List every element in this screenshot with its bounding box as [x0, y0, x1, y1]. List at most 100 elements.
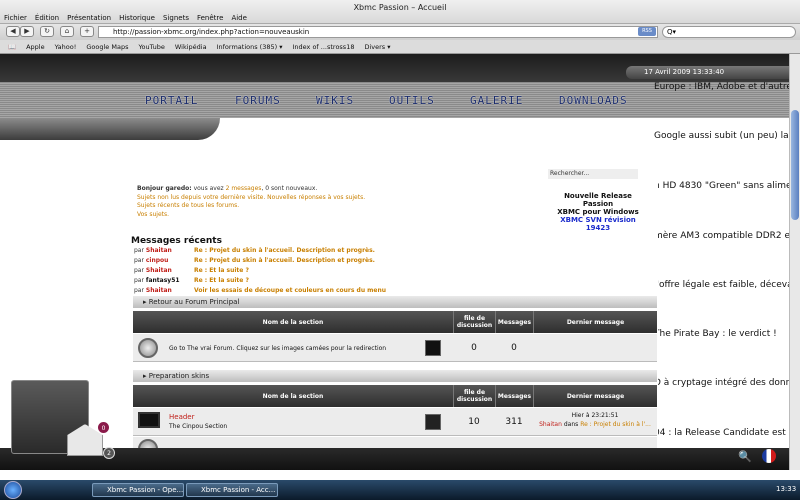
bookmarks-icon[interactable]: 📖 [8, 40, 16, 53]
par-label: par [134, 277, 144, 284]
taskbar-item[interactable]: Xbmc Passion - Acc... [186, 483, 278, 497]
welcome-box: Bonjour garedo: vous avez 2 messages, 0 … [137, 185, 365, 219]
site-search-input[interactable]: Rechercher... [548, 169, 638, 179]
last-post-link[interactable]: Re : Projet du skin à l'... [580, 421, 651, 428]
forum-icon [138, 439, 158, 448]
topic-link[interactable]: Voir les essais de découpe et couleurs e… [194, 286, 386, 296]
col-name: Nom de la section [262, 392, 324, 400]
bookmarks-bar: 📖 Apple Yahoo! Google Maps YouTube Wikip… [0, 40, 800, 54]
nav-portail[interactable]: PORTAIL [145, 94, 198, 107]
news-item[interactable]: 04 : la Release Candidate est dispo [654, 428, 800, 438]
magnifier-icon[interactable]: 🔍 [738, 450, 752, 463]
menu-presentation[interactable]: Présentation [67, 14, 111, 22]
recent-topics-link[interactable]: Sujets récents de tous les forums. [137, 202, 365, 211]
forum-icon [138, 338, 158, 358]
forum-subsection[interactable]: The Cinpou Section [169, 423, 227, 430]
author-link[interactable]: cinpou [146, 257, 169, 264]
bookmark-divers[interactable]: Divers ▾ [364, 40, 390, 53]
menubar: Xbmc Passion – Accueil Fichier Édition P… [0, 0, 800, 24]
author-link[interactable]: fantasy51 [146, 277, 180, 284]
start-button[interactable] [4, 481, 22, 499]
back-icon[interactable]: ◀ [6, 26, 20, 37]
last-post-time: Hier à 23:21:51 [571, 412, 619, 419]
news-item[interactable]: Google aussi subit (un peu) la crise [654, 131, 800, 141]
table-row[interactable] [133, 437, 657, 448]
date-display: 17 Avril 2009 13:33:40 [626, 66, 792, 79]
author-link[interactable]: Shaitan [146, 267, 172, 274]
author-link[interactable]: Shaitan [146, 287, 172, 294]
welcome-text: vous avez [191, 185, 226, 192]
files-count: 10 [468, 417, 480, 427]
col-last: Dernier message [533, 311, 657, 333]
welcome-greeting: Bonjour garedo: [137, 185, 192, 192]
section-header[interactable]: ▸ Preparation skins [133, 370, 657, 382]
your-topics-link[interactable]: Vos sujets. [137, 211, 365, 220]
mail-badge: 0 [97, 421, 110, 434]
col-messages: Messages [495, 385, 533, 407]
last-post-in: dans [563, 421, 579, 428]
news-item[interactable]: The Pirate Bay : le verdict ! [654, 329, 777, 339]
messages-link[interactable]: 2 messages [226, 185, 262, 192]
tools-icon[interactable] [425, 414, 441, 430]
news-item[interactable]: D à cryptage intégré des données [654, 378, 800, 388]
menu-fenetre[interactable]: Fenêtre [197, 14, 223, 22]
bookmark-index[interactable]: Index of ...stross18 [292, 40, 354, 53]
par-label: par [134, 267, 144, 274]
recent-title: Messages récents [131, 236, 222, 246]
author-link[interactable]: Shaitan [146, 247, 172, 254]
home-icon[interactable]: ⌂ [60, 26, 74, 37]
bookmark-youtube[interactable]: YouTube [138, 40, 164, 53]
bookmark-apple[interactable]: Apple [26, 40, 45, 53]
section-title[interactable]: Retour au Forum Principal [149, 298, 240, 306]
scrollbar-thumb[interactable] [791, 110, 799, 220]
site-bottom-bar [0, 448, 800, 470]
taskbar-item[interactable]: Xbmc Passion - Ope... [92, 483, 184, 497]
section-title[interactable]: Preparation skins [149, 372, 209, 380]
reload-icon[interactable]: ↻ [40, 26, 54, 37]
taskbar: Xbmc Passion - Ope... Xbmc Passion - Acc… [0, 480, 800, 500]
forum-redirect-label[interactable]: Go to The vrai Forum. Cliquez sur les im… [169, 345, 386, 352]
news-item[interactable]: n HD 4830 "Green" sans alimentation [654, 181, 800, 191]
monitor-icon [138, 412, 160, 428]
forward-icon[interactable]: ▶ [20, 26, 34, 37]
news-item[interactable]: l'offre légale est faible, décevant [654, 280, 800, 290]
list-item: par Shaitan Re : Et la suite ? [134, 266, 534, 276]
topic-link[interactable]: Re : Projet du skin à l'accueil. Descrip… [194, 246, 375, 256]
search-field[interactable]: Q▾ [662, 26, 796, 38]
vertical-scrollbar[interactable] [789, 54, 800, 470]
forum-name[interactable]: Header [169, 413, 195, 421]
news-item[interactable]: mère AM3 compatible DDR2 et DDR [654, 231, 800, 241]
nav-downloads[interactable]: DOWNLOADS [559, 94, 628, 107]
news-item[interactable]: Europe : IBM, Adobe et d'autres en [654, 82, 800, 92]
topic-link[interactable]: Re : Et la suite ? [194, 266, 249, 276]
menu-edition[interactable]: Édition [35, 14, 59, 22]
bookmark-wikipedia[interactable]: Wikipédia [175, 40, 207, 53]
table-row[interactable]: Go to The vrai Forum. Cliquez sur les im… [133, 334, 657, 362]
list-item: par Shaitan Voir les essais de découpe et… [134, 286, 534, 296]
rss-icon[interactable]: RSS [638, 27, 656, 36]
unread-link[interactable]: Sujets non lus depuis votre dernière vis… [137, 194, 365, 203]
release-info: Nouvelle Release Passion XBMC pour Windo… [548, 192, 648, 232]
url-field[interactable]: http://passion-xbmc.org/index.php?action… [98, 26, 658, 38]
table-row[interactable]: Header The Cinpou Section 10 311 Hier à … [133, 408, 657, 436]
nav-forums[interactable]: FORUMS [235, 94, 281, 107]
french-flag-icon[interactable] [762, 449, 776, 463]
bookmark-yahoo[interactable]: Yahoo! [55, 40, 77, 53]
menu-signets[interactable]: Signets [163, 14, 189, 22]
xbmc-logo-icon[interactable] [425, 340, 441, 356]
nav-wikis[interactable]: WIKIS [316, 94, 354, 107]
menu-aide[interactable]: Aide [231, 14, 246, 22]
nav-galerie[interactable]: GALERIE [470, 94, 523, 107]
menu-fichier[interactable]: Fichier [4, 14, 27, 22]
add-tab-icon[interactable]: + [80, 26, 94, 37]
release-link[interactable]: XBMC SVN révision 19423 [548, 216, 648, 232]
section-header[interactable]: ▸ Retour au Forum Principal [133, 296, 657, 308]
topic-link[interactable]: Re : Et la suite ? [194, 276, 249, 286]
nav-outils[interactable]: OUTILS [389, 94, 435, 107]
bookmark-informations[interactable]: Informations (385) ▾ [217, 40, 283, 53]
menu-historique[interactable]: Historique [119, 14, 155, 22]
topic-link[interactable]: Re : Projet du skin à l'accueil. Descrip… [194, 256, 375, 266]
last-post-author[interactable]: Shaitan [539, 421, 562, 428]
bookmark-google-maps[interactable]: Google Maps [86, 40, 128, 53]
welcome-text: , 0 sont nouveaux. [261, 185, 318, 192]
